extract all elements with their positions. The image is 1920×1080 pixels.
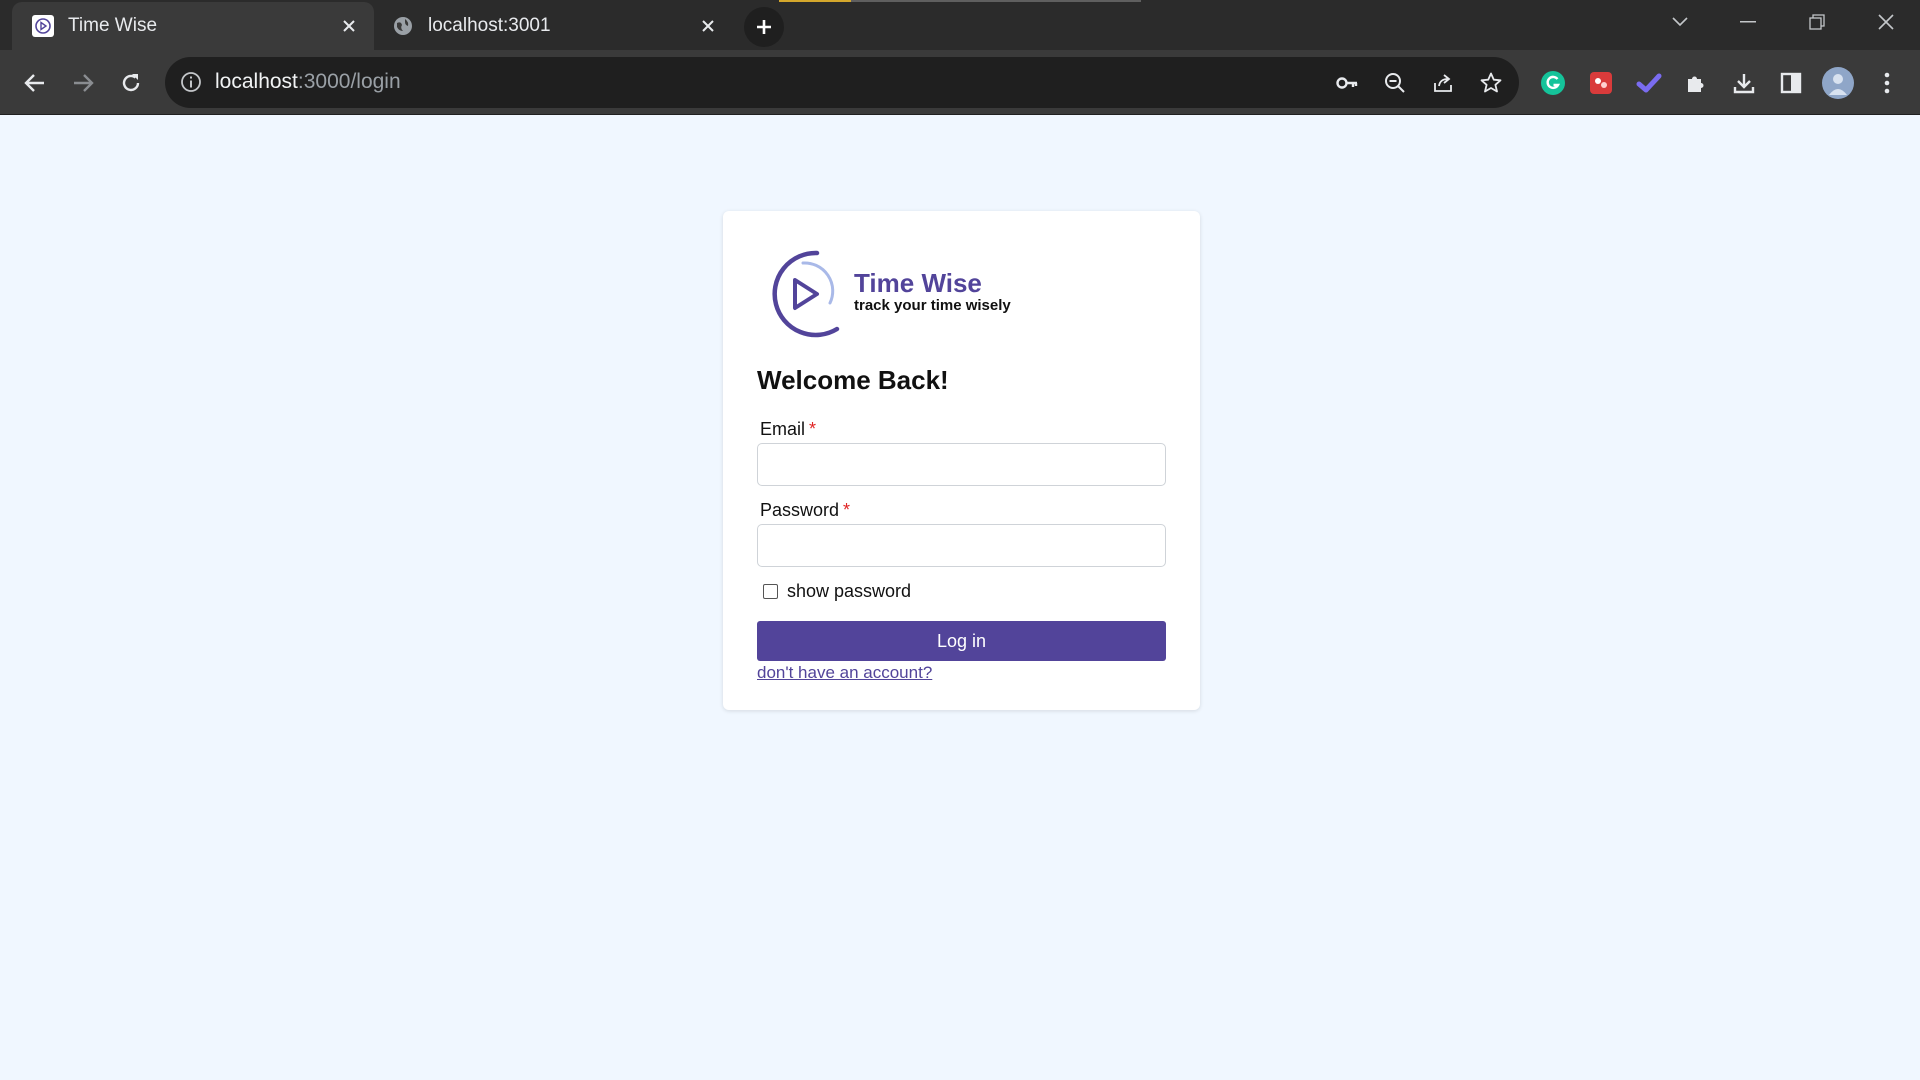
tab-strip: Time Wise localhost:3001 xyxy=(0,0,1920,50)
menu-icon[interactable] xyxy=(1868,64,1906,102)
email-label: Email * xyxy=(760,419,817,439)
red-extension-icon[interactable] xyxy=(1582,64,1620,102)
close-window-button[interactable] xyxy=(1856,0,1916,44)
tab-time-wise[interactable]: Time Wise xyxy=(12,2,374,50)
new-tab-button[interactable] xyxy=(744,7,784,47)
checkmark-extension-icon[interactable] xyxy=(1630,64,1668,102)
chevron-down-icon xyxy=(1672,17,1688,27)
restore-button[interactable] xyxy=(1787,0,1847,44)
password-key-icon[interactable] xyxy=(1329,65,1365,101)
show-password-checkbox[interactable] xyxy=(763,584,778,599)
password-field[interactable] xyxy=(757,524,1166,567)
tab-close-icon[interactable] xyxy=(695,13,721,39)
required-marker: * xyxy=(843,500,851,520)
arrow-left-icon xyxy=(24,74,44,92)
tab-search-button[interactable] xyxy=(1650,0,1710,44)
share-icon[interactable] xyxy=(1425,65,1461,101)
timewise-favicon-icon xyxy=(32,15,54,37)
profile-avatar[interactable] xyxy=(1819,64,1857,102)
grammarly-icon[interactable] xyxy=(1534,64,1572,102)
minimize-icon xyxy=(1740,21,1756,23)
required-marker: * xyxy=(809,419,817,439)
close-icon xyxy=(1878,14,1894,30)
tab-close-icon[interactable] xyxy=(336,13,362,39)
brand-tagline: track your time wisely xyxy=(854,297,1011,314)
browser-toolbar: localhost:3000/login xyxy=(0,50,1920,115)
password-label: Password * xyxy=(760,500,851,520)
tab-loading-indicator xyxy=(779,0,851,2)
puzzle-icon[interactable] xyxy=(1677,64,1715,102)
email-field[interactable] xyxy=(757,443,1166,486)
globe-icon xyxy=(392,15,414,37)
reload-button[interactable] xyxy=(111,63,151,103)
minimize-button[interactable] xyxy=(1718,0,1778,44)
login-card: Time Wise track your time wisely Welcome… xyxy=(723,211,1200,710)
tab-title: localhost:3001 xyxy=(428,15,551,36)
plus-icon xyxy=(757,20,771,34)
reload-icon xyxy=(122,74,140,92)
tab-localhost-3001[interactable]: localhost:3001 xyxy=(378,2,733,50)
site-info-icon[interactable] xyxy=(179,70,203,99)
brand-name: Time Wise xyxy=(854,268,982,298)
bookmark-star-icon[interactable] xyxy=(1473,65,1509,101)
welcome-heading: Welcome Back! xyxy=(757,365,949,395)
login-button[interactable]: Log in xyxy=(757,621,1166,661)
back-button[interactable] xyxy=(15,63,55,103)
url-text: localhost:3000/login xyxy=(215,70,401,93)
tab-strip-divider xyxy=(851,0,1141,2)
download-icon[interactable] xyxy=(1725,64,1763,102)
side-panel-icon[interactable] xyxy=(1772,64,1810,102)
restore-icon xyxy=(1809,14,1825,30)
tab-title: Time Wise xyxy=(68,15,158,36)
show-password-label[interactable]: show password xyxy=(787,581,911,602)
zoom-out-icon[interactable] xyxy=(1377,65,1413,101)
signup-link[interactable]: don't have an account? xyxy=(757,663,932,683)
forward-button[interactable] xyxy=(63,63,103,103)
timewise-logo-icon xyxy=(759,247,847,344)
address-bar[interactable]: localhost:3000/login xyxy=(165,57,1519,108)
show-password-row: show password xyxy=(763,581,911,602)
arrow-right-icon xyxy=(74,74,94,92)
